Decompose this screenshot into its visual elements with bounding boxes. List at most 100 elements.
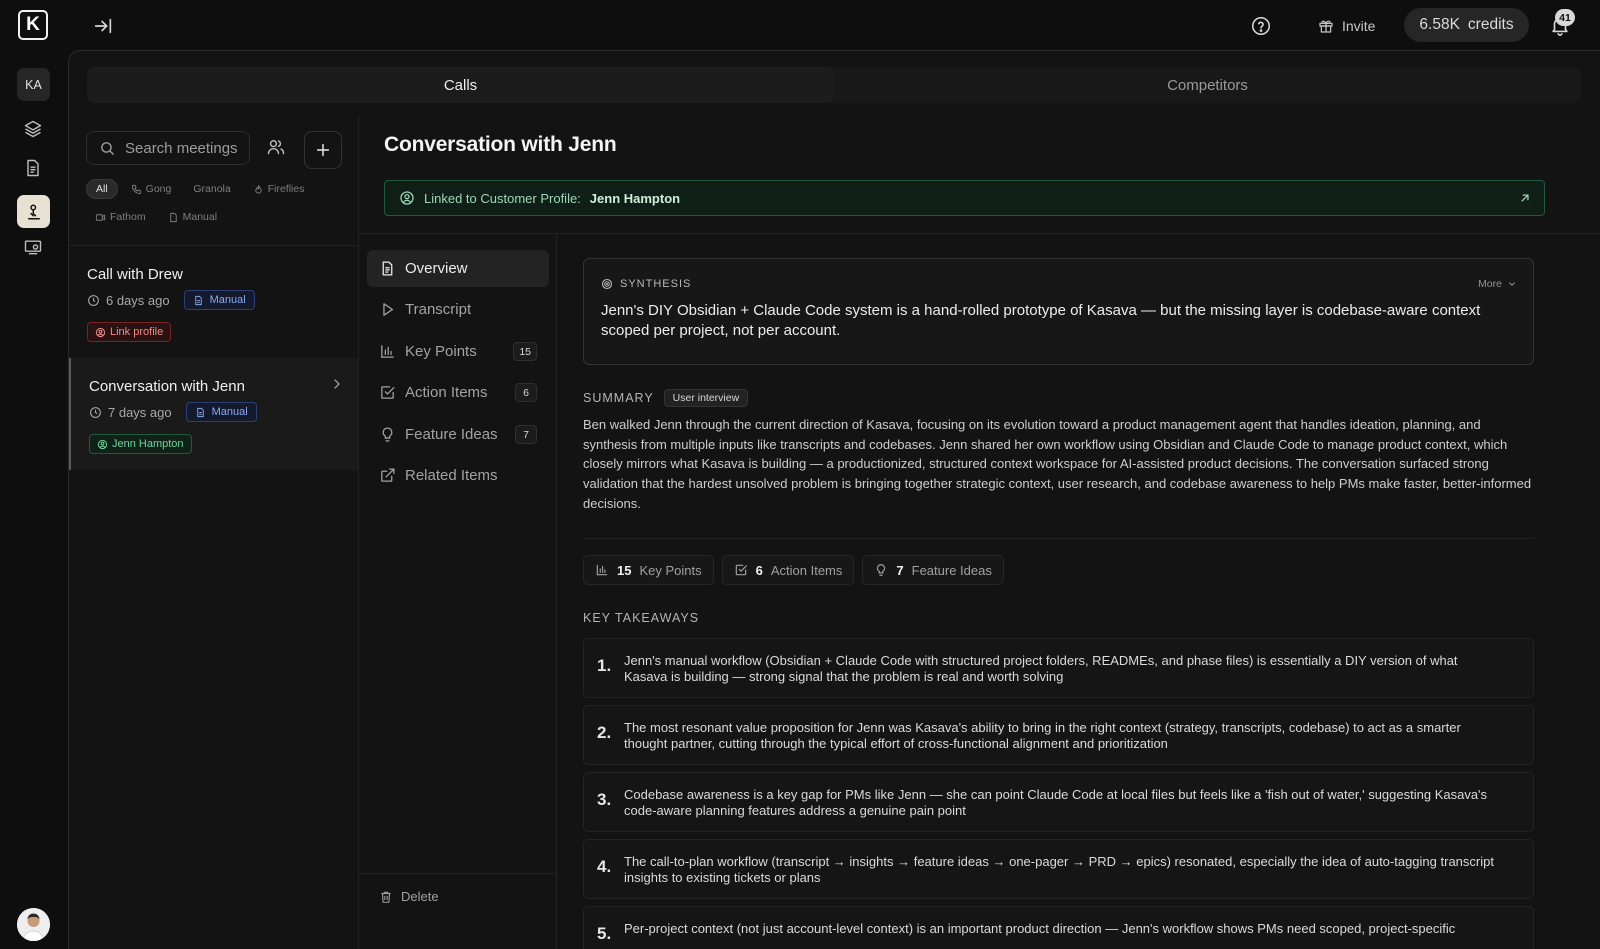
nav-label: Overview	[405, 260, 468, 277]
document-icon	[195, 407, 206, 418]
meeting-title: Conversation with Jenn	[89, 378, 245, 395]
user-avatar[interactable]	[17, 908, 50, 941]
app-logo[interactable]: K	[18, 10, 48, 40]
more-dropdown[interactable]: More	[1478, 278, 1517, 290]
synthesis-label-text: SYNTHESIS	[620, 278, 692, 290]
stat-pills: 15 Key Points 6 Action Items 7 Feature I…	[583, 555, 1004, 585]
nav-key-points[interactable]: Key Points 15	[367, 333, 549, 370]
source-badge: Manual	[185, 402, 257, 422]
stat-key-points[interactable]: 15 Key Points	[583, 555, 714, 585]
tab-competitors[interactable]: Competitors	[834, 67, 1581, 103]
filter-label: Fathom	[110, 211, 146, 223]
nav-overview[interactable]: Overview	[367, 250, 549, 287]
filter-all[interactable]: All	[86, 179, 118, 199]
link-profile-button[interactable]: Link profile	[87, 322, 172, 342]
nav-label: Key Points	[405, 343, 477, 360]
takeaway-number: 1.	[597, 656, 612, 675]
takeaway-number: 4.	[597, 857, 612, 876]
add-meeting-button[interactable]	[304, 131, 342, 169]
external-link-icon[interactable]	[1518, 191, 1532, 205]
meeting-item-jenn[interactable]: Conversation with Jenn 7 days ago Manual…	[69, 358, 358, 470]
filter-label: Fireflies	[267, 183, 305, 195]
page-title: Conversation with Jenn	[384, 133, 617, 156]
divider	[359, 873, 556, 874]
credits-label: credits	[1467, 16, 1514, 33]
meeting-time: 7 days ago	[108, 404, 172, 420]
linked-customer-name: Jenn Hampton	[589, 190, 681, 206]
credits-value: 6.58K	[1419, 16, 1460, 33]
stat-feature-ideas[interactable]: 7 Feature Ideas	[862, 555, 1004, 585]
nav-feature-ideas[interactable]: Feature Ideas 7	[367, 416, 549, 453]
search-input[interactable]: Search meetings	[86, 131, 250, 165]
nav-label: Related Items	[405, 467, 498, 484]
filter-fathom[interactable]: Fathom	[86, 207, 155, 227]
takeaway-number: 3.	[597, 790, 612, 809]
filter-label: Granola	[193, 183, 231, 195]
layers-icon[interactable]	[22, 118, 44, 140]
flame-icon	[253, 184, 264, 195]
chevron-right-icon	[329, 376, 345, 392]
nav-label: Action Items	[405, 384, 488, 401]
tag-label: Jenn Hampton	[112, 438, 184, 450]
takeaway-item: 5. Per-project context (not just account…	[583, 906, 1534, 949]
filter-granola[interactable]: Granola	[184, 179, 239, 199]
checkbox-icon	[734, 563, 748, 577]
stat-action-items[interactable]: 6 Action Items	[721, 555, 855, 585]
filter-label: All	[96, 183, 108, 195]
meeting-item-drew[interactable]: Call with Drew 6 days ago Manual Link pr…	[69, 246, 358, 358]
people-filter-icon[interactable]	[266, 137, 288, 159]
help-icon[interactable]	[1250, 15, 1272, 37]
nav-related-items[interactable]: Related Items	[367, 457, 549, 494]
credits-pill[interactable]: 6.58K credits	[1404, 8, 1529, 42]
delete-button[interactable]: Delete	[379, 889, 439, 904]
workspace-avatar[interactable]: KA	[17, 68, 50, 101]
nav-count: 7	[515, 425, 537, 444]
bar-chart-icon	[595, 563, 609, 577]
meetings-list-column: Search meetings All Gong Granola Firefli…	[69, 115, 359, 949]
tab-calls[interactable]: Calls	[87, 67, 834, 103]
synthesis-text: Jenn's DIY Obsidian + Claude Code system…	[601, 302, 1481, 339]
screen-share-icon[interactable]	[22, 236, 44, 258]
summary-label: SUMMARY	[583, 391, 654, 405]
nav-count: 6	[515, 383, 537, 402]
filter-manual[interactable]: Manual	[159, 207, 226, 227]
meeting-time: 6 days ago	[106, 292, 170, 308]
collapse-sidebar-icon[interactable]	[92, 15, 114, 37]
meeting-meta: 7 days ago Manual	[89, 402, 257, 422]
meeting-meta: 6 days ago Manual	[87, 290, 255, 310]
takeaway-item: 3. Codebase awareness is a key gap for P…	[583, 772, 1534, 832]
synthesis-label: SYNTHESIS	[601, 278, 691, 290]
nav-action-items[interactable]: Action Items 6	[367, 374, 549, 411]
lightbulb-icon	[874, 563, 888, 577]
document-icon	[379, 260, 396, 277]
invite-button[interactable]: Invite	[1318, 13, 1375, 39]
takeaway-item: 1. Jenn's manual workflow (Obsidian + Cl…	[583, 638, 1534, 698]
takeaway-number: 5.	[597, 924, 612, 943]
invite-label: Invite	[1342, 18, 1376, 34]
meeting-type-badge: User interview	[663, 389, 749, 407]
play-icon	[379, 301, 396, 318]
search-placeholder: Search meetings	[125, 139, 238, 157]
takeaway-item: 2. The most resonant value proposition f…	[583, 705, 1534, 765]
stat-label: Feature Ideas	[911, 562, 992, 578]
filter-gong[interactable]: Gong	[122, 179, 181, 199]
source-label: Manual	[211, 406, 248, 418]
summary-header: SUMMARY User interview	[583, 389, 749, 407]
takeaway-text: Codebase awareness is a key gap for PMs …	[624, 787, 1488, 818]
filter-label: Manual	[182, 211, 218, 223]
calls-icon[interactable]	[17, 195, 50, 228]
trash-icon	[379, 890, 393, 904]
linked-profile-bar[interactable]: Linked to Customer Profile: Jenn Hampton	[384, 180, 1545, 216]
document-icon	[193, 295, 204, 306]
customer-profile-tag[interactable]: Jenn Hampton	[89, 434, 192, 454]
search-icon	[99, 140, 116, 157]
document-icon[interactable]	[22, 157, 44, 179]
takeaway-text: Per-project context (not just account-le…	[624, 921, 1456, 936]
nav-transcript[interactable]: Transcript	[367, 291, 549, 328]
filter-fireflies[interactable]: Fireflies	[244, 179, 314, 199]
top-bar: K Invite 6.58K credits 41	[0, 0, 1600, 50]
section-nav: Overview Transcript Key Points 15 Action…	[359, 234, 557, 949]
stat-value: 6	[755, 562, 763, 578]
takeaway-text: Jenn's manual workflow (Obsidian + Claud…	[624, 653, 1458, 684]
user-circle-icon	[399, 190, 415, 206]
